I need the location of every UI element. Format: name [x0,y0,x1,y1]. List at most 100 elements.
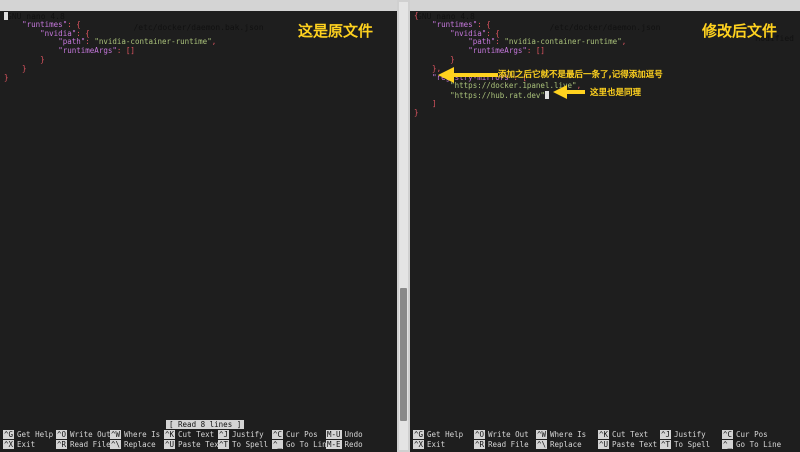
json-key: "path" [468,37,496,47]
shortcut-group: M-U Undo M-E Redo [326,430,363,450]
shortcut-item[interactable]: ^G Get Help [413,430,463,440]
shortcut-label: Go To Line [286,440,332,449]
shortcut-key: ^K [164,430,176,439]
json-punctuation: { [414,11,419,20]
shortcut-item[interactable]: ^W Where Is [110,430,160,440]
code-line: } [414,107,626,118]
shortcut-label: Cur Pos [286,430,318,439]
shortcut-label: Write Out [70,430,111,439]
json-punctuation: } [4,63,27,73]
left-shortcut-bar: ^G Get Help ^X Exit ^O Write Out ^R Read File ^W… [0,430,397,452]
shortcut-group: ^C Cur Pos ^_ Go To Line [722,430,781,450]
shortcut-item[interactable]: ^O Write Out [474,430,529,440]
shortcut-key: ^J [218,430,230,439]
shortcut-key: ^U [164,440,176,449]
shortcut-label: Replace [550,440,582,449]
shortcut-key: ^T [660,440,672,449]
annotation-arrow-icon [438,67,498,83]
shortcut-key: ^G [413,430,425,439]
left-title-bar: GNU nano 4.8 /etc/docker/daemon.bak.json [0,0,397,32]
json-punctuation [414,29,450,38]
shortcut-label: Where Is [550,430,587,439]
json-punctuation: : [] [116,46,135,56]
shortcut-label: Paste Text [612,440,658,449]
shortcut-group: ^W Where Is ^\ Replace [110,430,160,450]
json-punctuation: } [414,107,419,117]
json-string: "nvidia-container-runtime" [504,37,622,47]
shortcut-item[interactable]: ^X Exit [3,440,53,450]
shortcut-label: Paste Text [178,440,224,449]
shortcut-item[interactable]: ^C Cur Pos [272,430,331,440]
shortcut-key: ^G [3,430,15,439]
right-editor-text[interactable]: { "runtimes": { "nvidia": { "path": "nvi… [414,11,626,118]
code-line: } [414,55,626,65]
json-key: "nvidia" [450,28,487,38]
shortcut-item[interactable]: ^U Paste Text [164,440,223,450]
shortcut-item[interactable]: ^G Get Help [3,430,53,440]
json-punctuation: : [495,37,505,47]
shortcut-item[interactable]: M-U Undo [326,430,363,440]
text-cursor [544,91,549,100]
shortcut-item[interactable]: ^W Where Is [536,430,586,440]
shortcut-item[interactable]: ^R Read File [474,440,529,450]
left-pane-scrollbar[interactable] [397,0,410,452]
right-shortcut-bar: ^G Get Help ^X Exit ^O Write Out ^R Read File ^W… [410,430,800,452]
json-punctuation: : { [486,28,500,38]
json-punctuation: , [211,37,217,47]
shortcut-key: ^C [272,430,284,439]
shortcut-key: ^U [598,440,610,449]
shortcut-label: Read File [488,440,529,449]
shortcut-item[interactable]: ^J Justify [660,430,710,440]
json-punctuation [4,37,58,46]
shortcut-item[interactable]: ^T To Spell [660,440,710,450]
right-terminal-pane: GNU nano 4.8 /etc/docker/daemon.json Mod… [410,0,800,452]
shortcut-label: Cur Pos [736,430,768,439]
shortcut-key: ^W [110,430,122,439]
shortcut-item[interactable]: ^\ Replace [536,440,586,450]
shortcut-key: ^O [474,430,486,439]
shortcut-key: ^X [413,440,425,449]
json-string: "https://hub.rat.dev" [450,91,545,101]
shortcut-label: Get Help [17,430,54,439]
shortcut-item[interactable]: ^K Cut Text [598,430,657,440]
shortcut-label: Cut Text [178,430,215,439]
shortcut-key: ^X [3,440,15,449]
shortcut-group: ^K Cut Text ^U Paste Text [164,430,223,450]
annotation-arrow-icon [553,85,585,99]
shortcut-key: ^_ [722,440,734,449]
shortcut-item[interactable]: ^X Exit [413,440,463,450]
shortcut-item[interactable]: ^_ Go To Line [722,440,781,450]
shortcut-key: M-U [326,430,342,439]
scrollbar-thumb[interactable] [400,288,407,421]
shortcut-label: To Spell [674,440,711,449]
right-title-bar: GNU nano 4.8 /etc/docker/daemon.json Mod… [410,0,800,43]
json-punctuation: } [4,54,45,64]
shortcut-item[interactable]: ^_ Go To Line [272,440,331,450]
annotation-comma-note: 添加之后它就不是最后一条了,记得添加逗号 [498,70,663,80]
shortcut-label: Exit [427,440,446,449]
shortcut-label: Where Is [124,430,161,439]
shortcut-group: ^O Write Out ^R Read File [56,430,111,450]
right-overlay-title: 修改后文件 [702,22,778,40]
code-line: } [4,63,216,74]
shortcut-item[interactable]: ^U Paste Text [598,440,657,450]
shortcut-item[interactable]: M-E Redo [326,440,363,450]
shortcut-label: Go To Line [736,440,782,449]
shortcut-label: Justify [674,430,706,439]
json-punctuation: } [4,72,9,82]
shortcut-item[interactable]: ^R Read File [56,440,111,450]
shortcut-group: ^O Write Out ^R Read File [474,430,529,450]
shortcut-item[interactable]: ^\ Replace [110,440,160,450]
shortcut-label: Undo [344,430,363,439]
left-editor-text[interactable]: { "runtimes": { "nvidia": { "path": "nvi… [4,11,217,82]
shortcut-item[interactable]: ^C Cur Pos [722,430,781,440]
shortcut-item[interactable]: ^K Cut Text [164,430,223,440]
shortcut-key: M-E [326,440,342,449]
shortcut-item[interactable]: ^J Justify [218,430,268,440]
json-punctuation [4,20,22,29]
shortcut-item[interactable]: ^O Write Out [56,430,111,440]
shortcut-key: ^C [722,430,734,439]
shortcut-label: Redo [344,440,363,449]
shortcut-item[interactable]: ^T To Spell [218,440,268,450]
shortcut-group: ^G Get Help ^X Exit [3,430,53,450]
